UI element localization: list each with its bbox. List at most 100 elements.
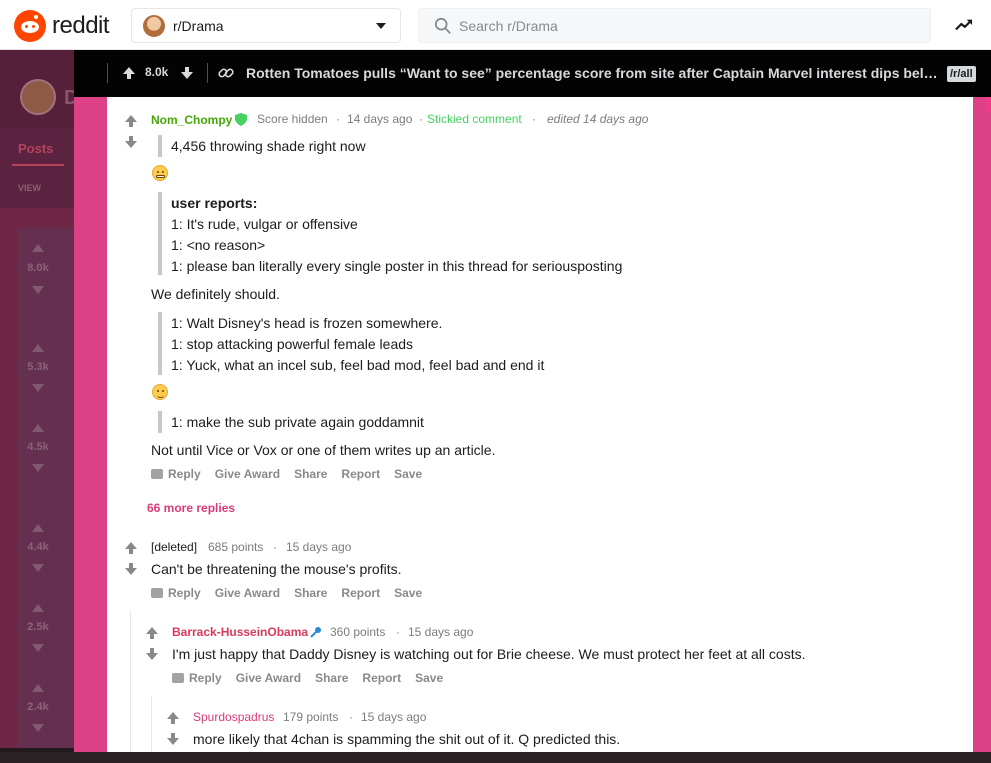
post-score: 5.3k — [27, 361, 49, 373]
upvote-icon[interactable] — [124, 541, 138, 555]
comment-actions: Reply Give Award Share Report Save — [151, 586, 436, 600]
give-award-button[interactable]: Give Award — [215, 586, 280, 600]
source-badge[interactable]: /r/all — [947, 66, 976, 82]
subreddit-name: r/Drama — [173, 18, 224, 34]
meta-separator: · — [336, 112, 340, 126]
post-score: 4.4k — [27, 541, 49, 553]
divider — [207, 63, 208, 83]
meta-separator: · — [349, 710, 353, 724]
comment-points: 360 points — [330, 625, 386, 639]
reddit-logo-icon[interactable] — [14, 10, 46, 42]
chevron-down-icon — [376, 23, 386, 29]
upvote-icon[interactable] — [32, 604, 44, 612]
stickied-label: Stickied comment — [427, 112, 522, 126]
report-line: 1: <no reason> — [171, 237, 266, 253]
report-line: 1: make the sub private again goddamnit — [171, 414, 424, 430]
reply-icon — [151, 469, 163, 479]
upvote-icon[interactable] — [32, 524, 44, 532]
tab-posts[interactable]: Posts — [18, 141, 53, 156]
downvote-icon[interactable] — [32, 644, 44, 652]
search-bar[interactable] — [418, 8, 931, 43]
thread-line[interactable] — [151, 696, 152, 752]
subreddit-avatar — [20, 79, 56, 115]
post-title[interactable]: Rotten Tomatoes pulls “Want to see” perc… — [246, 65, 946, 81]
post-score: 8.0k — [27, 262, 49, 274]
upvote-icon[interactable] — [122, 66, 136, 80]
bottom-edge — [0, 752, 991, 763]
microphone-flair-icon — [310, 627, 321, 638]
subreddit-dropdown[interactable]: r/Drama — [131, 8, 401, 43]
comment-meta: Barrack-HusseinObama — [172, 625, 308, 639]
comment-meta: [deleted] — [151, 540, 197, 554]
more-replies-link[interactable]: 66 more replies — [147, 501, 235, 515]
downvote-icon[interactable] — [166, 732, 180, 746]
comment-points: 685 points — [208, 540, 264, 554]
upvote-icon[interactable] — [32, 344, 44, 352]
trending-icon[interactable] — [955, 16, 973, 34]
comment-text: more likely that 4chan is spamming the s… — [193, 731, 621, 747]
report-button[interactable]: Report — [341, 586, 380, 600]
upvote-icon[interactable] — [32, 684, 44, 692]
downvote-icon[interactable] — [32, 384, 44, 392]
downvote-icon[interactable] — [124, 562, 138, 576]
reply-button[interactable]: Reply — [172, 671, 222, 685]
upvote-icon[interactable] — [166, 711, 180, 725]
downvote-icon[interactable] — [32, 464, 44, 472]
reply-icon — [151, 588, 163, 598]
upvote-icon[interactable] — [32, 244, 44, 252]
share-button[interactable]: Share — [294, 467, 327, 481]
reply-button[interactable]: Reply — [151, 467, 201, 481]
give-award-button[interactable]: Give Award — [215, 467, 280, 481]
post-score: 2.5k — [27, 621, 49, 633]
comment-meta: Spurdospadrus — [193, 710, 274, 724]
comment-time[interactable]: 15 days ago — [361, 710, 426, 724]
post-score: 8.0k — [145, 65, 169, 79]
report-line: 1: It's rude, vulgar or offensive — [171, 216, 358, 232]
search-input[interactable] — [459, 10, 919, 41]
comment-time[interactable]: 14 days ago — [347, 112, 412, 126]
comment-author[interactable]: Nom_Chompy — [151, 113, 232, 127]
upvote-icon[interactable] — [145, 626, 159, 640]
thread-line[interactable] — [130, 611, 131, 752]
comment-meta: Nom_Chompy — [151, 113, 232, 127]
downvote-icon[interactable] — [32, 564, 44, 572]
save-button[interactable]: Save — [394, 586, 422, 600]
comment-time[interactable]: 15 days ago — [286, 540, 351, 554]
save-button[interactable]: Save — [415, 671, 443, 685]
quote-bar — [158, 135, 162, 157]
downvote-icon[interactable] — [124, 135, 138, 149]
report-line: 1: please ban literally every single pos… — [171, 258, 623, 274]
downvote-icon[interactable] — [32, 724, 44, 732]
reports-title: user reports: — [171, 195, 258, 211]
save-button[interactable]: Save — [394, 467, 422, 481]
comment-author: [deleted] — [151, 540, 198, 554]
report-line: 1: Walt Disney's head is frozen somewher… — [171, 315, 443, 331]
moderator-shield-icon — [235, 113, 247, 126]
comment-score: Score hidden — [257, 112, 328, 126]
reply-icon — [172, 673, 184, 683]
comment-author[interactable]: Barrack-HusseinObama — [172, 625, 308, 639]
reply-button[interactable]: Reply — [151, 586, 201, 600]
give-award-button[interactable]: Give Award — [236, 671, 301, 685]
comment-actions: Reply Give Award Share Report Save — [172, 671, 457, 685]
report-button[interactable]: Report — [341, 467, 380, 481]
share-button[interactable]: Share — [294, 586, 327, 600]
report-button[interactable]: Report — [362, 671, 401, 685]
edited-label: edited 14 days ago — [547, 112, 649, 126]
upvote-icon[interactable] — [32, 424, 44, 432]
tab-underline — [12, 164, 64, 166]
upvote-icon[interactable] — [124, 114, 138, 128]
downvote-icon[interactable] — [180, 66, 194, 80]
comment-author[interactable]: Spurdospadrus — [193, 710, 274, 724]
report-line: 1: stop attacking powerful female leads — [171, 336, 414, 352]
downvote-icon[interactable] — [145, 647, 159, 661]
quote-bar — [158, 411, 162, 433]
downvote-icon[interactable] — [32, 286, 44, 294]
comment-time[interactable]: 15 days ago — [408, 625, 473, 639]
comment-paragraph: We definitely should. — [151, 286, 280, 302]
share-button[interactable]: Share — [315, 671, 348, 685]
brand-wordmark[interactable]: reddit — [52, 12, 110, 40]
comment-text: Can't be threatening the mouse's profits… — [151, 561, 402, 577]
comment-points: 179 points — [283, 710, 339, 724]
modal-scroll-accent — [985, 97, 991, 111]
